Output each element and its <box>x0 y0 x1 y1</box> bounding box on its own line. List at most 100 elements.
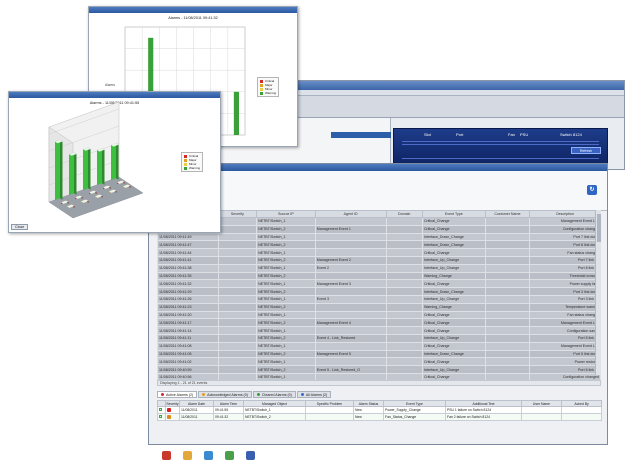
table-cell: NETBT/Switch_1 <box>256 217 316 226</box>
alarm-cell <box>157 413 166 421</box>
table-cell: Temperature warning <box>529 302 601 312</box>
folder-icon[interactable] <box>183 450 192 460</box>
legend-swatch <box>260 91 263 95</box>
legend-swatch <box>184 158 187 162</box>
column-header[interactable]: Source IP <box>256 210 316 218</box>
console-icon[interactable] <box>225 450 234 460</box>
table-cell <box>314 287 387 296</box>
table-row[interactable]: 11/08/2011 09:41:29 NETBT/Switch_2 Interfa… <box>157 287 601 296</box>
device-label: PSU <box>520 132 529 137</box>
table-cell: NETBT/Switch_1 <box>256 310 316 320</box>
alarm-tab[interactable]: Acknowledged Alarms (0) <box>198 391 252 398</box>
column-header[interactable]: Customer Name <box>484 210 531 218</box>
table-cell <box>484 326 531 335</box>
table-row[interactable]: 11/08/2011 09:41:38 NETBT/Switch_1 Event 2… <box>157 263 601 273</box>
selected-tree-node[interactable] <box>331 132 391 138</box>
table-row[interactable]: 11/08/2011 09:41:14 NETBT/Switch_1 Critica… <box>157 326 601 335</box>
table-cell <box>484 248 531 257</box>
table-cell: Critical_Change <box>421 341 486 351</box>
table-cell <box>314 271 387 281</box>
table-cell: NETBT/Switch_2 <box>256 287 316 296</box>
chart-legend: Critical Major Minor Warning <box>181 152 204 172</box>
table-cell <box>484 232 531 242</box>
table-cell: Critical_Change <box>421 318 486 328</box>
row-checkbox[interactable] <box>159 408 162 411</box>
table-cell <box>217 310 258 320</box>
table-cell: Management Event Log <box>529 217 601 226</box>
alarm-tab[interactable]: Cleared Alarms (0) <box>252 391 296 398</box>
scrollbar-thumb[interactable] <box>597 214 601 242</box>
alarm-row[interactable]: 11/08/2011 09:41:55 NETBT/Switch_1 New Power… <box>157 406 602 414</box>
column-header[interactable]: Event Type <box>421 210 486 218</box>
table-row[interactable]: 11/08/2011 09:40:59 NETBT/Switch_2 Event 5… <box>157 365 601 374</box>
table-row[interactable]: 11/08/2011 09:41:26 NETBT/Switch_1 Event 3… <box>157 294 601 304</box>
alarm-cell: New <box>353 406 384 414</box>
table-cell: Port 5 link down <box>529 349 601 359</box>
alarm-tab[interactable]: Active Alarms (2) <box>157 391 198 398</box>
legend-swatch <box>184 162 187 166</box>
table-row[interactable]: 11/08/2011 09:41:35 NETBT/Switch_2 Warning… <box>157 271 601 281</box>
table-row[interactable]: 11/08/2011 09:41:20 NETBT/Switch_1 Critica… <box>157 310 601 320</box>
table-cell: Port 3 link down <box>529 287 601 296</box>
chart-icon[interactable] <box>246 450 255 460</box>
table-row[interactable]: 11/08/2011 09:41:08 NETBT/Switch_1 Critica… <box>157 341 601 351</box>
table-row[interactable]: 11/08/2011 09:41:52NETBT/Switch_2Managem… <box>157 224 601 234</box>
table-row[interactable]: 11/08/2011 09:41:32 NETBT/Switch_1 Managem… <box>157 279 601 289</box>
table-row[interactable]: 11/08/2011 09:41:17 NETBT/Switch_2 Managem… <box>157 318 601 328</box>
table-row[interactable]: 11/08/2011 09:41:41 NETBT/Switch_2 Managem… <box>157 255 601 265</box>
table-cell: 11/08/2011 09:41:05 <box>157 349 219 359</box>
table-cell: Event 4 - Link_Restored <box>314 333 387 343</box>
alarm-row[interactable]: 11/08/2011 09:41:32 NETBT/Switch_2 New Fan_S… <box>157 413 602 421</box>
bar[interactable] <box>69 152 74 195</box>
table-cell <box>385 224 423 234</box>
severity-icon <box>167 415 171 420</box>
table-cell: Fan status changed <box>529 248 601 257</box>
table-cell: Interface_Down_Change <box>421 232 486 242</box>
network-icon[interactable] <box>204 450 213 460</box>
table-cell <box>217 341 258 351</box>
table-cell <box>217 232 258 242</box>
table-cell <box>484 365 531 374</box>
table-cell <box>484 287 531 296</box>
table-row[interactable]: 11/08/2011 09:41:55NETBT/Switch_1Critica… <box>157 217 601 226</box>
table-cell <box>484 240 531 250</box>
column-header[interactable]: Domain <box>385 210 423 218</box>
table-cell: 11/08/2011 09:41:32 <box>157 279 219 289</box>
legend-swatch <box>260 83 263 87</box>
table-cell: Critical_Change <box>421 217 486 226</box>
table-row[interactable]: 11/08/2011 09:41:05 NETBT/Switch_2 Managem… <box>157 349 601 359</box>
row-checkbox[interactable] <box>159 415 162 418</box>
table-row[interactable]: 11/08/2011 09:41:49 NETBT/Switch_1 Interfa… <box>157 232 601 242</box>
table-cell: Port 7 link down <box>529 232 601 242</box>
column-header[interactable]: Severity <box>217 210 258 218</box>
bar[interactable] <box>233 91 239 135</box>
table-cell <box>217 248 258 257</box>
table-cell <box>217 294 258 304</box>
column-header[interactable]: Agent ID <box>314 210 387 218</box>
refresh-icon[interactable]: ↻ <box>587 185 597 195</box>
close-button[interactable]: Close <box>11 224 29 230</box>
table-cell: Threshold crossed <box>529 271 601 281</box>
bar[interactable] <box>97 148 102 185</box>
table-row[interactable]: 11/08/2011 09:41:23 NETBT/Switch_2 Warning… <box>157 302 601 312</box>
bar[interactable] <box>111 143 116 180</box>
table-row[interactable]: 11/08/2011 09:41:02 NETBT/Switch_1 Critica… <box>157 357 601 367</box>
alarm-tab[interactable]: All Alarms (2) <box>296 391 332 398</box>
table-cell <box>314 310 387 320</box>
bar[interactable] <box>55 139 60 200</box>
table-cell <box>385 365 423 374</box>
port-strip <box>402 158 599 159</box>
legend-item: Warning <box>184 166 200 170</box>
legend-swatch <box>260 87 263 91</box>
start-icon[interactable] <box>162 450 171 460</box>
column-header[interactable]: Description <box>529 210 601 218</box>
table-row[interactable]: 11/08/2011 09:41:44 NETBT/Switch_1 Critica… <box>157 248 601 257</box>
bar[interactable] <box>83 147 88 190</box>
alarm-chart-window-3d: Alarms - 11/08/2011 09:41:55 Critical Maj… <box>8 91 221 233</box>
table-row[interactable]: 11/08/2011 09:41:11 NETBT/Switch_2 Event 4… <box>157 333 601 343</box>
table-row[interactable]: 11/08/2011 09:41:47 NETBT/Switch_2 Interfa… <box>157 240 601 250</box>
refresh-button[interactable]: Refresh <box>571 147 601 154</box>
event-table-scrollbar[interactable] <box>595 210 601 375</box>
table-cell <box>484 263 531 273</box>
table-cell: NETBT/Switch_2 <box>256 333 316 343</box>
